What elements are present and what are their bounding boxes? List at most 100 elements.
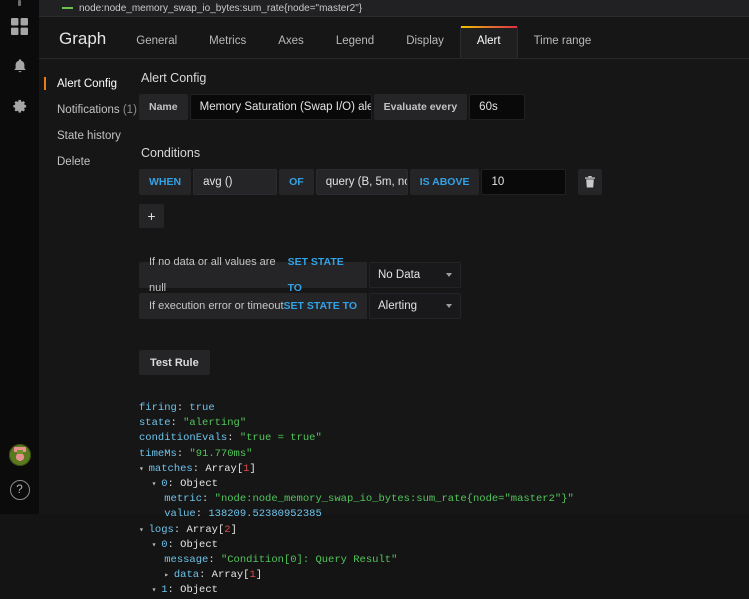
console-key: data bbox=[173, 569, 200, 582]
console-line: firing: true bbox=[139, 401, 749, 416]
disclosure-triangle-icon[interactable]: ▾ bbox=[139, 526, 149, 535]
console-value: "true = true" bbox=[239, 432, 322, 445]
no-data-state-value: No Data bbox=[378, 269, 421, 281]
exec-error-state-value: Alerting bbox=[378, 300, 417, 312]
evaluate-every-input[interactable]: 60s bbox=[469, 94, 526, 120]
console-separator: : bbox=[199, 569, 212, 582]
tab-axes[interactable]: Axes bbox=[262, 35, 320, 58]
console-key: value bbox=[164, 508, 196, 521]
legend-series-color-swatch bbox=[62, 7, 73, 9]
console-key: timeMs bbox=[139, 447, 177, 460]
console-separator: : bbox=[176, 447, 190, 460]
console-key: state bbox=[139, 417, 171, 430]
tab-display[interactable]: Display bbox=[390, 35, 460, 58]
console-separator: : bbox=[167, 584, 181, 597]
console-separator: : bbox=[176, 402, 190, 414]
global-nav-rail: ? bbox=[0, 0, 39, 514]
graph-legend: node:node_memory_swap_io_bytes:sum_rate{… bbox=[39, 0, 749, 17]
exec-error-state-row: If execution error or timeout SET STATE … bbox=[139, 293, 749, 319]
no-data-state-row: If no data or all values are null SET ST… bbox=[139, 256, 749, 294]
state-handling-section: If no data or all values are null SET ST… bbox=[139, 256, 749, 319]
condition-when-label[interactable]: WHEN bbox=[139, 169, 192, 195]
alert-name-input[interactable]: Memory Saturation (Swap I/O) alert bbox=[189, 94, 372, 120]
sidebar-item-label: Notifications bbox=[57, 104, 120, 116]
console-value: Array[1] bbox=[211, 569, 263, 582]
test-rule-button[interactable]: Test Rule bbox=[139, 350, 210, 375]
dashboards-icon[interactable] bbox=[0, 6, 39, 46]
no-data-state-select[interactable]: No Data bbox=[369, 262, 461, 288]
alert-editor-body: Alert Config Notifications (1) State his… bbox=[39, 59, 749, 596]
name-label: Name bbox=[139, 94, 188, 120]
test-rule-output: firing: true state: "alerting" conditionEv… bbox=[139, 401, 749, 599]
configuration-gear-icon[interactable] bbox=[0, 86, 39, 126]
console-separator: : bbox=[167, 478, 181, 491]
trash-icon[interactable] bbox=[578, 169, 603, 195]
notifications-count: (1) bbox=[122, 104, 137, 116]
page-title: Graph bbox=[59, 29, 107, 48]
sidebar-item-alert-config[interactable]: Alert Config bbox=[39, 71, 139, 97]
conditions-heading: Conditions bbox=[141, 146, 201, 160]
alert-config-content: Alert Config Name Memory Saturation (Swa… bbox=[139, 59, 749, 596]
user-avatar[interactable] bbox=[8, 444, 31, 466]
sidebar-item-state-history[interactable]: State history bbox=[39, 123, 139, 149]
console-key: message bbox=[164, 554, 209, 567]
console-line: ▾ logs: Array[2] bbox=[139, 523, 749, 538]
tab-alert[interactable]: Alert bbox=[459, 26, 518, 58]
console-value: Object bbox=[180, 478, 218, 491]
console-value: 138209.52380952385 bbox=[208, 508, 322, 521]
console-line: ▾ 1: Object bbox=[139, 583, 749, 598]
condition-query-select[interactable]: query (B, 5m, now) bbox=[315, 169, 408, 195]
add-condition-button[interactable]: + bbox=[139, 204, 164, 228]
console-line: ▾ 0: Object bbox=[139, 477, 749, 492]
console-value: "alerting" bbox=[183, 417, 247, 430]
condition-of-label: OF bbox=[279, 169, 314, 195]
sidebar-item-delete[interactable]: Delete bbox=[39, 149, 139, 175]
console-line: ▾ 0: Object bbox=[139, 538, 749, 553]
console-value: "91.770ms" bbox=[189, 447, 253, 460]
console-line: state: "alerting" bbox=[139, 416, 749, 431]
console-separator: : bbox=[192, 462, 206, 475]
console-separator: : bbox=[173, 523, 187, 536]
alert-config-heading: Alert Config bbox=[141, 71, 207, 85]
sidebar-item-label: State history bbox=[57, 130, 121, 142]
disclosure-triangle-icon[interactable]: ▾ bbox=[139, 465, 149, 474]
console-key: firing bbox=[139, 402, 177, 414]
condition-evaluator-label[interactable]: IS ABOVE bbox=[409, 169, 480, 195]
console-separator: : bbox=[208, 554, 221, 567]
help-icon[interactable]: ? bbox=[9, 480, 30, 500]
tab-legend[interactable]: Legend bbox=[320, 35, 390, 58]
disclosure-triangle-icon[interactable]: ▾ bbox=[152, 480, 162, 489]
tab-metrics[interactable]: Metrics bbox=[193, 35, 262, 58]
sidebar-item-notifications[interactable]: Notifications (1) bbox=[39, 97, 139, 123]
exec-error-label: If execution error or timeout bbox=[149, 300, 284, 312]
disclosure-triangle-icon[interactable]: ▸ bbox=[164, 571, 174, 580]
console-line: metric: "node:node_memory_swap_io_bytes:… bbox=[139, 492, 749, 507]
console-separator: : bbox=[167, 538, 181, 551]
evaluate-every-label: Evaluate every bbox=[373, 94, 468, 120]
console-value: "Condition[0]: Query Result" bbox=[220, 554, 398, 567]
exec-error-label-chip: If execution error or timeout SET STATE … bbox=[139, 293, 367, 319]
legend-series-label[interactable]: node:node_memory_swap_io_bytes:sum_rate{… bbox=[79, 3, 362, 14]
disclosure-triangle-icon[interactable]: ▾ bbox=[152, 541, 162, 550]
exec-error-state-select[interactable]: Alerting bbox=[369, 293, 461, 319]
console-line: ▾ matches: Array[1] bbox=[139, 462, 749, 477]
console-value: "node:node_memory_swap_io_bytes:sum_rate… bbox=[214, 493, 574, 506]
panel-editor: node:node_memory_swap_io_bytes:sum_rate{… bbox=[39, 0, 749, 596]
tab-time-range[interactable]: Time range bbox=[518, 35, 608, 58]
condition-function-select[interactable]: avg () bbox=[193, 169, 278, 195]
sidebar-item-label: Alert Config bbox=[57, 78, 118, 90]
console-value: Object bbox=[180, 584, 218, 597]
condition-threshold-input[interactable]: 10 bbox=[481, 169, 567, 195]
alerting-bell-icon[interactable] bbox=[0, 46, 39, 86]
no-data-label-chip: If no data or all values are null SET ST… bbox=[139, 256, 367, 294]
disclosure-triangle-icon[interactable]: ▾ bbox=[152, 586, 162, 595]
sidebar-item-label: Delete bbox=[57, 156, 91, 168]
console-separator: : bbox=[170, 417, 184, 430]
chevron-down-icon bbox=[446, 304, 452, 308]
console-key: metric bbox=[164, 493, 203, 506]
condition-row: WHEN avg () OF query (B, 5m, now) IS ABO… bbox=[139, 169, 749, 195]
console-value: true bbox=[189, 402, 215, 414]
exec-error-set-state-label: SET STATE TO bbox=[283, 300, 358, 312]
alert-side-nav: Alert Config Notifications (1) State his… bbox=[39, 59, 139, 531]
tab-general[interactable]: General bbox=[120, 35, 193, 58]
